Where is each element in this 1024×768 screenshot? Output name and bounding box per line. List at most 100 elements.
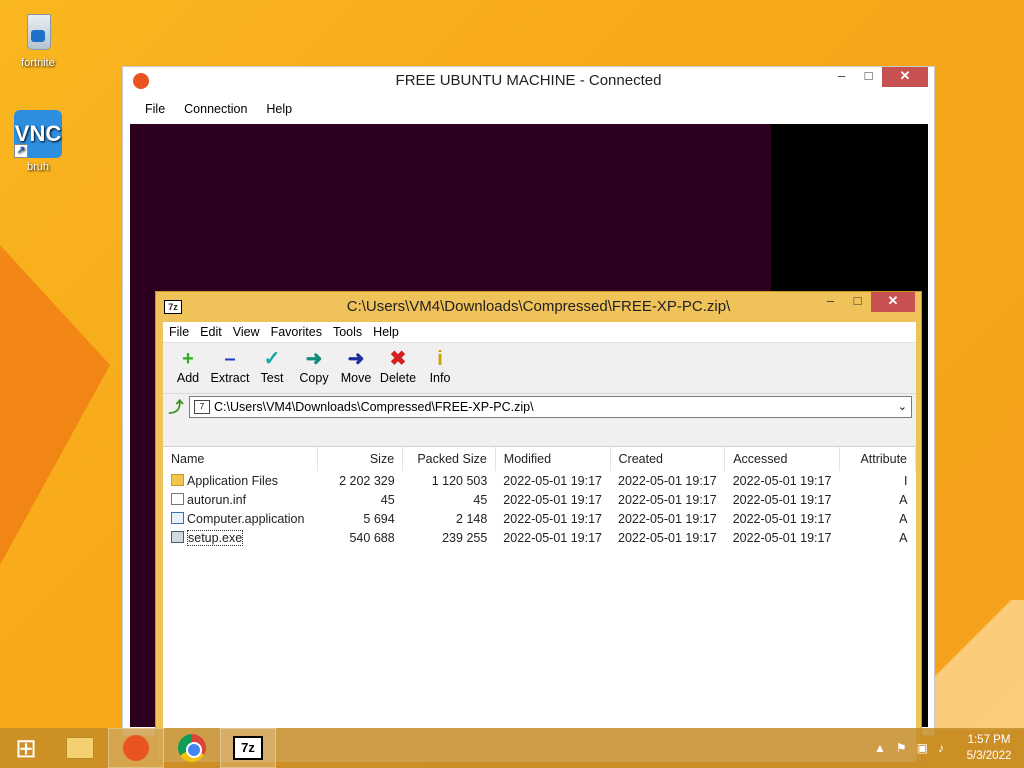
close-button[interactable]: ✕ [871,292,915,312]
address-text: C:\Users\VM4\Downloads\Compressed\FREE-X… [214,399,534,414]
file-attribute: A [899,530,908,545]
file-attribute: A [899,492,908,507]
clock-time: 1:57 PM [967,734,1011,746]
add-button[interactable]: + Add [167,343,209,393]
close-button[interactable]: ✕ [882,67,928,87]
menu-help[interactable]: Help [373,325,399,339]
maximize-button[interactable]: □ [855,67,882,87]
vnc-menu-bar: File Connection Help [123,95,934,123]
file-created: 2022-05-01 19:17 [618,511,717,526]
file-explorer-icon [66,737,94,759]
test-icon: ✓ [263,348,281,370]
add-label: Add [176,371,200,385]
menu-file[interactable]: File [169,325,189,339]
minimize-button[interactable]: – [817,292,844,312]
chrome-icon [178,734,206,762]
ubuntu-icon [123,735,149,761]
file-accessed: 2022-05-01 19:17 [732,473,832,488]
column-header-name[interactable]: Name [163,447,318,471]
chevron-down-icon[interactable]: ⌄ [898,400,907,413]
vnc-title-bar[interactable]: FREE UBUNTU MACHINE - Connected – □ ✕ [123,67,934,95]
7zip-menu-bar: File Edit View Favorites Tools Help [163,322,916,342]
desktop-icon-label: fortnite [21,57,55,69]
file-size: 5 694 [363,511,395,526]
file-attribute: I [904,473,908,488]
test-button[interactable]: ✓ Test [251,343,293,393]
folder-icon [171,473,184,486]
file-accessed: 2022-05-01 19:17 [732,530,832,545]
7zip-toolbar: + Add – Extract ✓ Test ➜ Copy ➜ Move ✖ D… [163,342,916,393]
table-row[interactable]: Application Files 2 202 329 1 120 503 20… [163,471,916,490]
taskbar-7zip[interactable]: 7z [220,728,276,768]
up-folder-icon[interactable]: ⤴ [163,396,189,417]
menu-file[interactable]: File [145,102,165,116]
taskbar-chrome[interactable] [164,728,220,768]
menu-edit[interactable]: Edit [200,325,222,339]
info-icon: i [437,348,443,370]
start-button[interactable]: ⊞ [0,728,52,768]
column-header-size[interactable]: Size [317,447,404,471]
file-packed-size: 2 148 [456,511,488,526]
file-created: 2022-05-01 19:17 [618,473,717,488]
table-row[interactable]: setup.exe 540 688 239 255 2022-05-01 19:… [163,528,916,547]
desktop-icon-fortnite[interactable]: fortnite [0,8,76,69]
clock[interactable]: 1:57 PM 5/3/2022 [954,732,1024,764]
move-label: Move [340,371,372,385]
address-bar: ⤴ 7 C:\Users\VM4\Downloads\Compressed\FR… [163,393,916,419]
info-button[interactable]: i Info [419,343,461,393]
column-header-packed-size[interactable]: Packed Size [402,447,496,471]
file-name: Computer.application [187,511,305,526]
copy-label: Copy [299,371,329,385]
minimize-button[interactable]: – [828,67,855,87]
copy-button[interactable]: ➜ Copy [293,343,335,393]
extract-button[interactable]: – Extract [209,343,251,393]
network-icon[interactable]: ▣ [917,741,928,755]
menu-view[interactable]: View [233,325,260,339]
action-center-icon[interactable]: ⚑ [896,741,907,755]
file-attribute: A [899,511,908,526]
7zip-icon: 7z [233,736,263,760]
extract-icon: – [224,348,236,370]
file-name: setup.exe [187,529,244,546]
file-modified: 2022-05-01 19:17 [503,473,602,488]
file-accessed: 2022-05-01 19:17 [732,511,832,526]
move-button[interactable]: ➜ Move [335,343,377,393]
copy-icon: ➜ [305,348,323,370]
file-size: 45 [380,492,395,507]
file-packed-size: 1 120 503 [431,473,488,488]
settings-file-icon [171,492,184,505]
menu-tools[interactable]: Tools [333,325,362,339]
column-header-modified[interactable]: Modified [495,447,611,471]
table-row[interactable]: autorun.inf 45 45 2022-05-01 19:17 2022-… [163,490,916,509]
menu-favorites[interactable]: Favorites [271,325,322,339]
windows-logo-icon: ⊞ [15,732,37,763]
delete-icon: ✖ [389,348,407,370]
taskbar: ⊞ 7z ▲ ⚑ ▣ ♪ 1:57 PM 5/3/2022 [0,728,1024,768]
menu-connection[interactable]: Connection [184,102,247,116]
column-header-accessed[interactable]: Accessed [724,447,840,471]
table-row[interactable]: Computer.application 5 694 2 148 2022-05… [163,509,916,528]
maximize-button[interactable]: □ [844,292,871,312]
desktop-icon-bruh[interactable]: VNC ↗ bruh [0,110,76,173]
menu-help[interactable]: Help [266,102,292,116]
column-header-attribute[interactable]: Attribute [839,447,916,471]
file-packed-size: 239 255 [442,530,488,545]
column-header-created[interactable]: Created [610,447,726,471]
recycle-bin-icon [21,8,55,54]
wallpaper-shape [0,245,110,565]
7zip-window-title: C:\Users\VM4\Downloads\Compressed\FREE-X… [346,298,731,315]
file-list-header: Name Size Packed Size Modified Created A… [163,447,916,471]
file-modified: 2022-05-01 19:17 [503,511,602,526]
address-field[interactable]: 7 C:\Users\VM4\Downloads\Compressed\FREE… [189,395,912,418]
taskbar-file-explorer[interactable] [52,728,108,768]
shortcut-arrow-icon: ↗ [14,144,28,158]
file-accessed: 2022-05-01 19:17 [732,492,832,507]
7zip-title-bar[interactable]: 7z C:\Users\VM4\Downloads\Compressed\FRE… [156,292,921,322]
show-hidden-icons-icon[interactable]: ▲ [874,741,886,755]
executable-icon [171,530,184,543]
7zip-window: 7z C:\Users\VM4\Downloads\Compressed\FRE… [155,291,922,762]
taskbar-ubuntu-vnc[interactable] [108,728,164,768]
volume-icon[interactable]: ♪ [938,741,944,755]
file-packed-size: 45 [473,492,488,507]
delete-button[interactable]: ✖ Delete [377,343,419,393]
